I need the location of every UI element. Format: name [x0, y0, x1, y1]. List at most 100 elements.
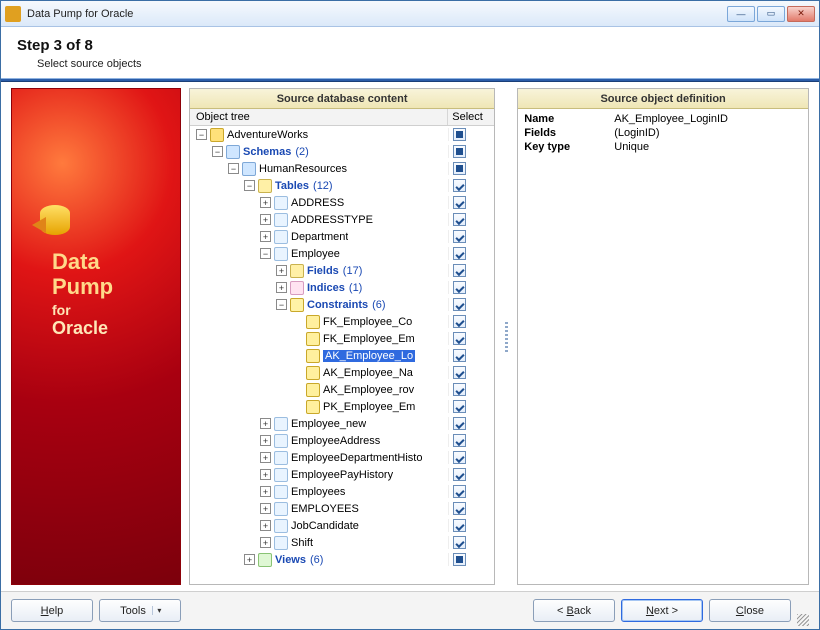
tree-row[interactable]: −Employee [190, 245, 494, 262]
tree-row[interactable]: −Constraints (6) [190, 296, 494, 313]
expander-icon[interactable]: + [260, 537, 271, 548]
expander-icon [292, 367, 303, 378]
tree-row[interactable]: +Views (6) [190, 551, 494, 568]
tree-row[interactable]: +ADDRESS [190, 194, 494, 211]
tree-row[interactable]: −Tables (12) [190, 177, 494, 194]
tree-row[interactable]: PK_Employee_Em [190, 398, 494, 415]
expander-icon[interactable]: − [260, 248, 271, 259]
select-checkbox[interactable] [453, 230, 466, 243]
select-checkbox[interactable] [453, 553, 466, 566]
tree-row[interactable]: FK_Employee_Em [190, 330, 494, 347]
select-checkbox[interactable] [453, 434, 466, 447]
expander-icon[interactable]: − [228, 163, 239, 174]
definition-key: Name [524, 113, 614, 125]
select-checkbox[interactable] [453, 417, 466, 430]
column-object-tree[interactable]: Object tree [190, 109, 448, 125]
tree-row[interactable]: FK_Employee_Co [190, 313, 494, 330]
tree-row[interactable]: +Department [190, 228, 494, 245]
tree-row[interactable]: +Employee_new [190, 415, 494, 432]
tree-item-label: JobCandidate [291, 520, 359, 532]
select-checkbox[interactable] [453, 383, 466, 396]
select-checkbox[interactable] [453, 179, 466, 192]
close-wizard-button[interactable]: Close [709, 599, 791, 622]
expander-icon[interactable]: − [276, 299, 287, 310]
column-select[interactable]: Select [448, 109, 494, 125]
select-checkbox[interactable] [453, 281, 466, 294]
close-button[interactable]: ✕ [787, 6, 815, 22]
select-checkbox[interactable] [453, 264, 466, 277]
tree-item-label: AK_Employee_Na [323, 367, 413, 379]
expander-icon[interactable]: + [260, 452, 271, 463]
tree-row[interactable]: +EMPLOYEES [190, 500, 494, 517]
select-checkbox[interactable] [453, 400, 466, 413]
select-checkbox[interactable] [453, 145, 466, 158]
product-icon [32, 199, 88, 241]
maximize-button[interactable]: ▭ [757, 6, 785, 22]
tree-row[interactable]: +Indices (1) [190, 279, 494, 296]
expander-icon[interactable]: + [260, 520, 271, 531]
tree-row[interactable]: +Shift [190, 534, 494, 551]
tree-row[interactable]: +Employees [190, 483, 494, 500]
expander-icon[interactable]: + [276, 265, 287, 276]
select-checkbox[interactable] [453, 162, 466, 175]
expander-icon[interactable]: − [244, 180, 255, 191]
expander-icon[interactable]: + [260, 503, 271, 514]
select-checkbox[interactable] [453, 332, 466, 345]
expander-icon[interactable]: + [260, 486, 271, 497]
definition-key: Key type [524, 141, 614, 153]
panel-splitter[interactable] [503, 110, 509, 563]
tree-row[interactable]: AK_Employee_Lo [190, 347, 494, 364]
select-checkbox[interactable] [453, 502, 466, 515]
table-icon [274, 468, 288, 482]
expander-icon[interactable]: + [244, 554, 255, 565]
tree-row[interactable]: +EmployeePayHistory [190, 466, 494, 483]
expander-icon[interactable]: + [260, 214, 271, 225]
tools-button[interactable]: Tools▾ [99, 599, 181, 622]
expander-icon[interactable]: − [212, 146, 223, 157]
select-checkbox[interactable] [453, 519, 466, 532]
tree-row[interactable]: AK_Employee_rov [190, 381, 494, 398]
titlebar[interactable]: Data Pump for Oracle — ▭ ✕ [1, 1, 819, 27]
help-button[interactable]: Help [11, 599, 93, 622]
tree-row[interactable]: −AdventureWorks [190, 126, 494, 143]
back-button[interactable]: < Back [533, 599, 615, 622]
expander-icon[interactable]: + [276, 282, 287, 293]
select-checkbox[interactable] [453, 213, 466, 226]
tree-row[interactable]: +EmployeeDepartmentHisto [190, 449, 494, 466]
select-checkbox[interactable] [453, 349, 466, 362]
expander-icon[interactable]: + [260, 435, 271, 446]
tree-row[interactable]: −HumanResources [190, 160, 494, 177]
next-button[interactable]: Next > [621, 599, 703, 622]
minimize-button[interactable]: — [727, 6, 755, 22]
wizard-window: Data Pump for Oracle — ▭ ✕ Step 3 of 8 S… [0, 0, 820, 630]
select-checkbox[interactable] [453, 196, 466, 209]
select-checkbox[interactable] [453, 298, 466, 311]
tree-item-label: FK_Employee_Co [323, 316, 412, 328]
object-tree[interactable]: −AdventureWorks−Schemas (2)−HumanResourc… [190, 126, 494, 584]
source-content-panel: Source database content Object tree Sele… [189, 88, 495, 585]
tree-row[interactable]: +EmployeeAddress [190, 432, 494, 449]
select-checkbox[interactable] [453, 128, 466, 141]
select-checkbox[interactable] [453, 536, 466, 549]
table-icon [274, 485, 288, 499]
expander-icon[interactable]: + [260, 418, 271, 429]
definition-header: Source object definition [518, 89, 808, 109]
tree-row[interactable]: AK_Employee_Na [190, 364, 494, 381]
tree-row[interactable]: +ADDRESSTYPE [190, 211, 494, 228]
tree-row[interactable]: −Schemas (2) [190, 143, 494, 160]
resize-grip[interactable] [797, 614, 809, 626]
select-checkbox[interactable] [453, 485, 466, 498]
select-checkbox[interactable] [453, 468, 466, 481]
select-checkbox[interactable] [453, 366, 466, 379]
tree-row[interactable]: + JobCandidate [190, 517, 494, 534]
count-badge: (2) [295, 146, 308, 158]
expander-icon[interactable]: − [196, 129, 207, 140]
definition-row: NameAK_Employee_LoginID [524, 113, 802, 125]
expander-icon[interactable]: + [260, 197, 271, 208]
expander-icon[interactable]: + [260, 469, 271, 480]
expander-icon[interactable]: + [260, 231, 271, 242]
select-checkbox[interactable] [453, 315, 466, 328]
select-checkbox[interactable] [453, 451, 466, 464]
select-checkbox[interactable] [453, 247, 466, 260]
tree-row[interactable]: +Fields (17) [190, 262, 494, 279]
